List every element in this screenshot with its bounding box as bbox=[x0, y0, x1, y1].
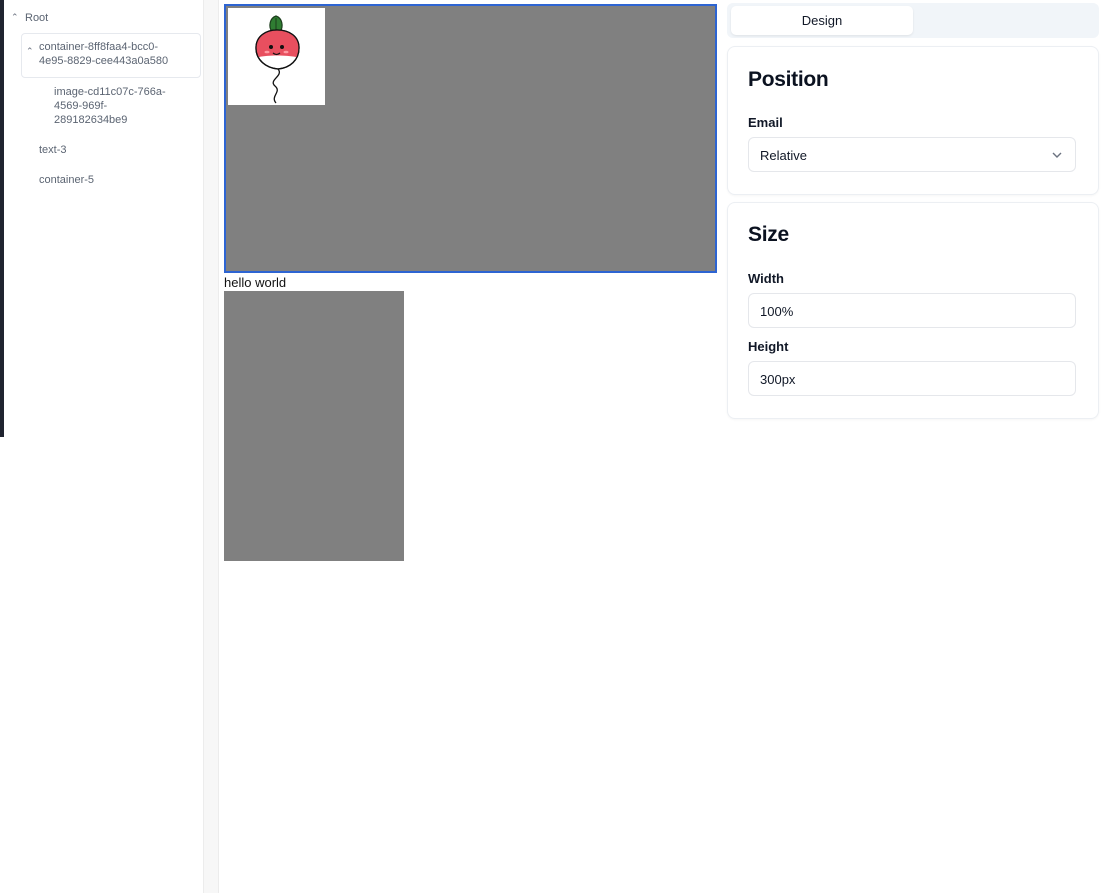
container-5-block[interactable] bbox=[224, 291, 404, 561]
tree-item-root[interactable]: Root bbox=[25, 11, 48, 25]
tree-item-image[interactable]: image-cd11c07c-766a- 4569-969f- 28918263… bbox=[54, 85, 166, 127]
size-title: Size bbox=[748, 223, 789, 246]
layers-panel: ⌃ Root ⌃ container-8ff8faa4-bcc0- 4e95-8… bbox=[4, 0, 204, 893]
position-card: Position Email Relative bbox=[727, 46, 1099, 195]
tab-bar: Design bbox=[727, 3, 1099, 38]
selected-container[interactable] bbox=[224, 4, 717, 273]
radish-image[interactable] bbox=[228, 8, 325, 105]
width-input[interactable]: 100% bbox=[748, 293, 1076, 328]
tree-item-container-5[interactable]: container-5 bbox=[39, 173, 94, 187]
tree-item-text-3[interactable]: text-3 bbox=[39, 143, 67, 157]
position-select-value: Relative bbox=[760, 148, 807, 163]
chevron-up-icon[interactable]: ⌃ bbox=[11, 12, 19, 23]
email-label: Email bbox=[748, 115, 783, 130]
chevron-up-icon[interactable]: ⌃ bbox=[26, 46, 34, 57]
width-label: Width bbox=[748, 271, 784, 286]
editor-canvas[interactable]: hello world bbox=[218, 0, 723, 893]
size-card: Size Width 100% Height 300px bbox=[727, 202, 1099, 419]
radish-icon bbox=[255, 15, 300, 104]
chevron-down-icon bbox=[1052, 152, 1062, 158]
text-hello-world[interactable]: hello world bbox=[224, 275, 286, 290]
position-title: Position bbox=[748, 68, 829, 91]
tab-design[interactable]: Design bbox=[731, 6, 913, 35]
tree-item-container-label: container-8ff8faa4-bcc0- 4e95-8829-cee44… bbox=[39, 41, 169, 67]
height-input[interactable]: 300px bbox=[748, 361, 1076, 396]
properties-panel: Design Position Email Relative Size Widt… bbox=[722, 0, 1111, 893]
position-select[interactable]: Relative bbox=[748, 137, 1076, 172]
canvas-gutter bbox=[204, 0, 218, 893]
height-label: Height bbox=[748, 339, 789, 354]
